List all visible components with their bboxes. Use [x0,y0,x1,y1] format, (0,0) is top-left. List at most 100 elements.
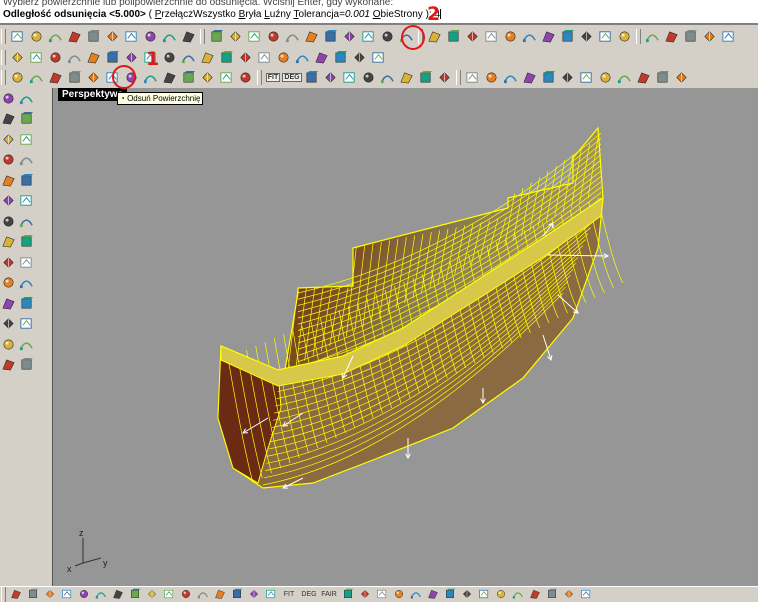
cut-icon[interactable] [18,336,34,352]
zoom-extents-icon[interactable] [246,28,262,44]
undo-icon[interactable] [142,28,158,44]
cut-icon[interactable] [417,69,433,85]
surface-icon[interactable] [0,131,16,147]
toolbar-grip[interactable] [1,49,6,65]
light-icon[interactable] [230,588,243,601]
zoom-selected-icon[interactable] [145,588,158,601]
blend-icon[interactable] [18,172,34,188]
circle-icon[interactable] [426,28,442,44]
shade-icon[interactable] [654,69,670,85]
revolve-icon[interactable] [18,152,34,168]
zoom-extents-icon[interactable] [578,69,594,85]
patch-icon[interactable] [18,254,34,270]
circle-icon[interactable] [199,49,215,65]
save-icon[interactable] [379,69,395,85]
zoom-selected-icon[interactable] [597,69,613,85]
grid-icon[interactable] [284,28,300,44]
mesh-icon[interactable] [578,28,594,44]
toolbar-grip[interactable] [636,28,641,44]
grid-icon[interactable] [66,49,82,65]
paste-icon[interactable] [18,357,34,373]
folder-icon[interactable] [360,69,376,85]
save-icon[interactable] [47,28,63,44]
print-icon[interactable] [398,69,414,85]
document-icon[interactable] [18,295,34,311]
mesh-icon[interactable] [0,111,16,127]
paste-icon[interactable] [26,588,39,601]
render-icon[interactable] [673,69,689,85]
rotate-icon[interactable] [180,28,196,44]
split-icon[interactable] [0,213,16,229]
shade-icon[interactable] [196,588,209,601]
sphere-icon[interactable] [445,28,461,44]
toolbar-grip[interactable] [1,28,6,44]
shade-icon[interactable] [104,49,120,65]
gear-icon[interactable] [502,28,518,44]
trim-icon[interactable] [18,193,34,209]
paste-icon[interactable] [123,28,139,44]
toolbar-grip[interactable] [1,586,6,602]
gear-icon[interactable] [275,49,291,65]
copy-icon[interactable] [436,69,452,85]
undo-icon[interactable] [483,69,499,85]
layer-icon[interactable] [464,28,480,44]
analyze-icon[interactable] [322,69,338,85]
mesh-icon[interactable] [426,588,439,601]
print-icon[interactable] [66,28,82,44]
pan-icon[interactable] [161,28,177,44]
sweep-icon[interactable] [0,172,16,188]
folder-icon[interactable] [0,316,16,332]
command-prompt[interactable]: Odległość odsunięcia <5.000> ( PrzełączW… [3,9,442,20]
pan-icon[interactable] [60,588,73,601]
option-luzny[interactable]: Luźny [264,9,291,20]
rotate-icon[interactable] [77,588,90,601]
join-icon[interactable] [180,69,196,85]
explode-icon[interactable] [0,234,16,250]
toolbar-grip[interactable] [456,69,461,85]
zoom-window-icon[interactable] [559,69,575,85]
snap-icon[interactable] [540,28,556,44]
offset-icon[interactable] [0,254,16,270]
box-icon[interactable] [597,28,613,44]
properties-icon[interactable] [256,49,272,65]
zoom-selected-icon[interactable] [265,28,281,44]
snap-icon[interactable] [392,588,405,601]
help-icon[interactable] [294,49,310,65]
lock-icon[interactable] [161,49,177,65]
grid-icon[interactable] [616,69,632,85]
hull-model[interactable]: z y x [53,88,758,588]
box-icon[interactable] [18,111,34,127]
zoom-window-icon[interactable] [227,28,243,44]
curve-icon[interactable] [28,69,44,85]
revolve-icon[interactable] [511,588,524,601]
blend-icon[interactable] [545,588,558,601]
loft-icon[interactable] [0,152,16,168]
zoom-extents-icon[interactable] [128,588,141,601]
curve-icon[interactable] [644,28,660,44]
rotate-icon[interactable] [521,69,537,85]
folder-icon[interactable] [28,28,44,44]
patch-icon[interactable]: FIT [265,69,281,85]
revolve-icon[interactable] [682,28,698,44]
color-icon[interactable] [180,49,196,65]
copy-icon[interactable] [0,357,16,373]
option-przelacz[interactable]: PrzełączWszystko [155,9,236,20]
zoom-icon[interactable] [540,69,556,85]
measure-icon[interactable] [559,28,575,44]
surface-icon[interactable] [9,69,25,85]
light-icon[interactable] [360,28,376,44]
cut-icon[interactable] [85,28,101,44]
box-icon[interactable] [370,49,386,65]
help-icon[interactable] [521,28,537,44]
curve-icon[interactable] [18,131,34,147]
option-bryla[interactable]: Bryła [239,9,262,20]
toolbar-grip[interactable] [257,69,262,85]
measure-icon[interactable] [332,49,348,65]
zoom-extents-icon[interactable] [28,49,44,65]
zoom-window-icon[interactable] [111,588,124,601]
sweep-icon[interactable] [701,28,717,44]
undo-icon[interactable] [43,588,56,601]
network-icon[interactable]: DEG [282,69,302,85]
paste-icon[interactable] [464,69,480,85]
print-icon[interactable] [0,336,16,352]
